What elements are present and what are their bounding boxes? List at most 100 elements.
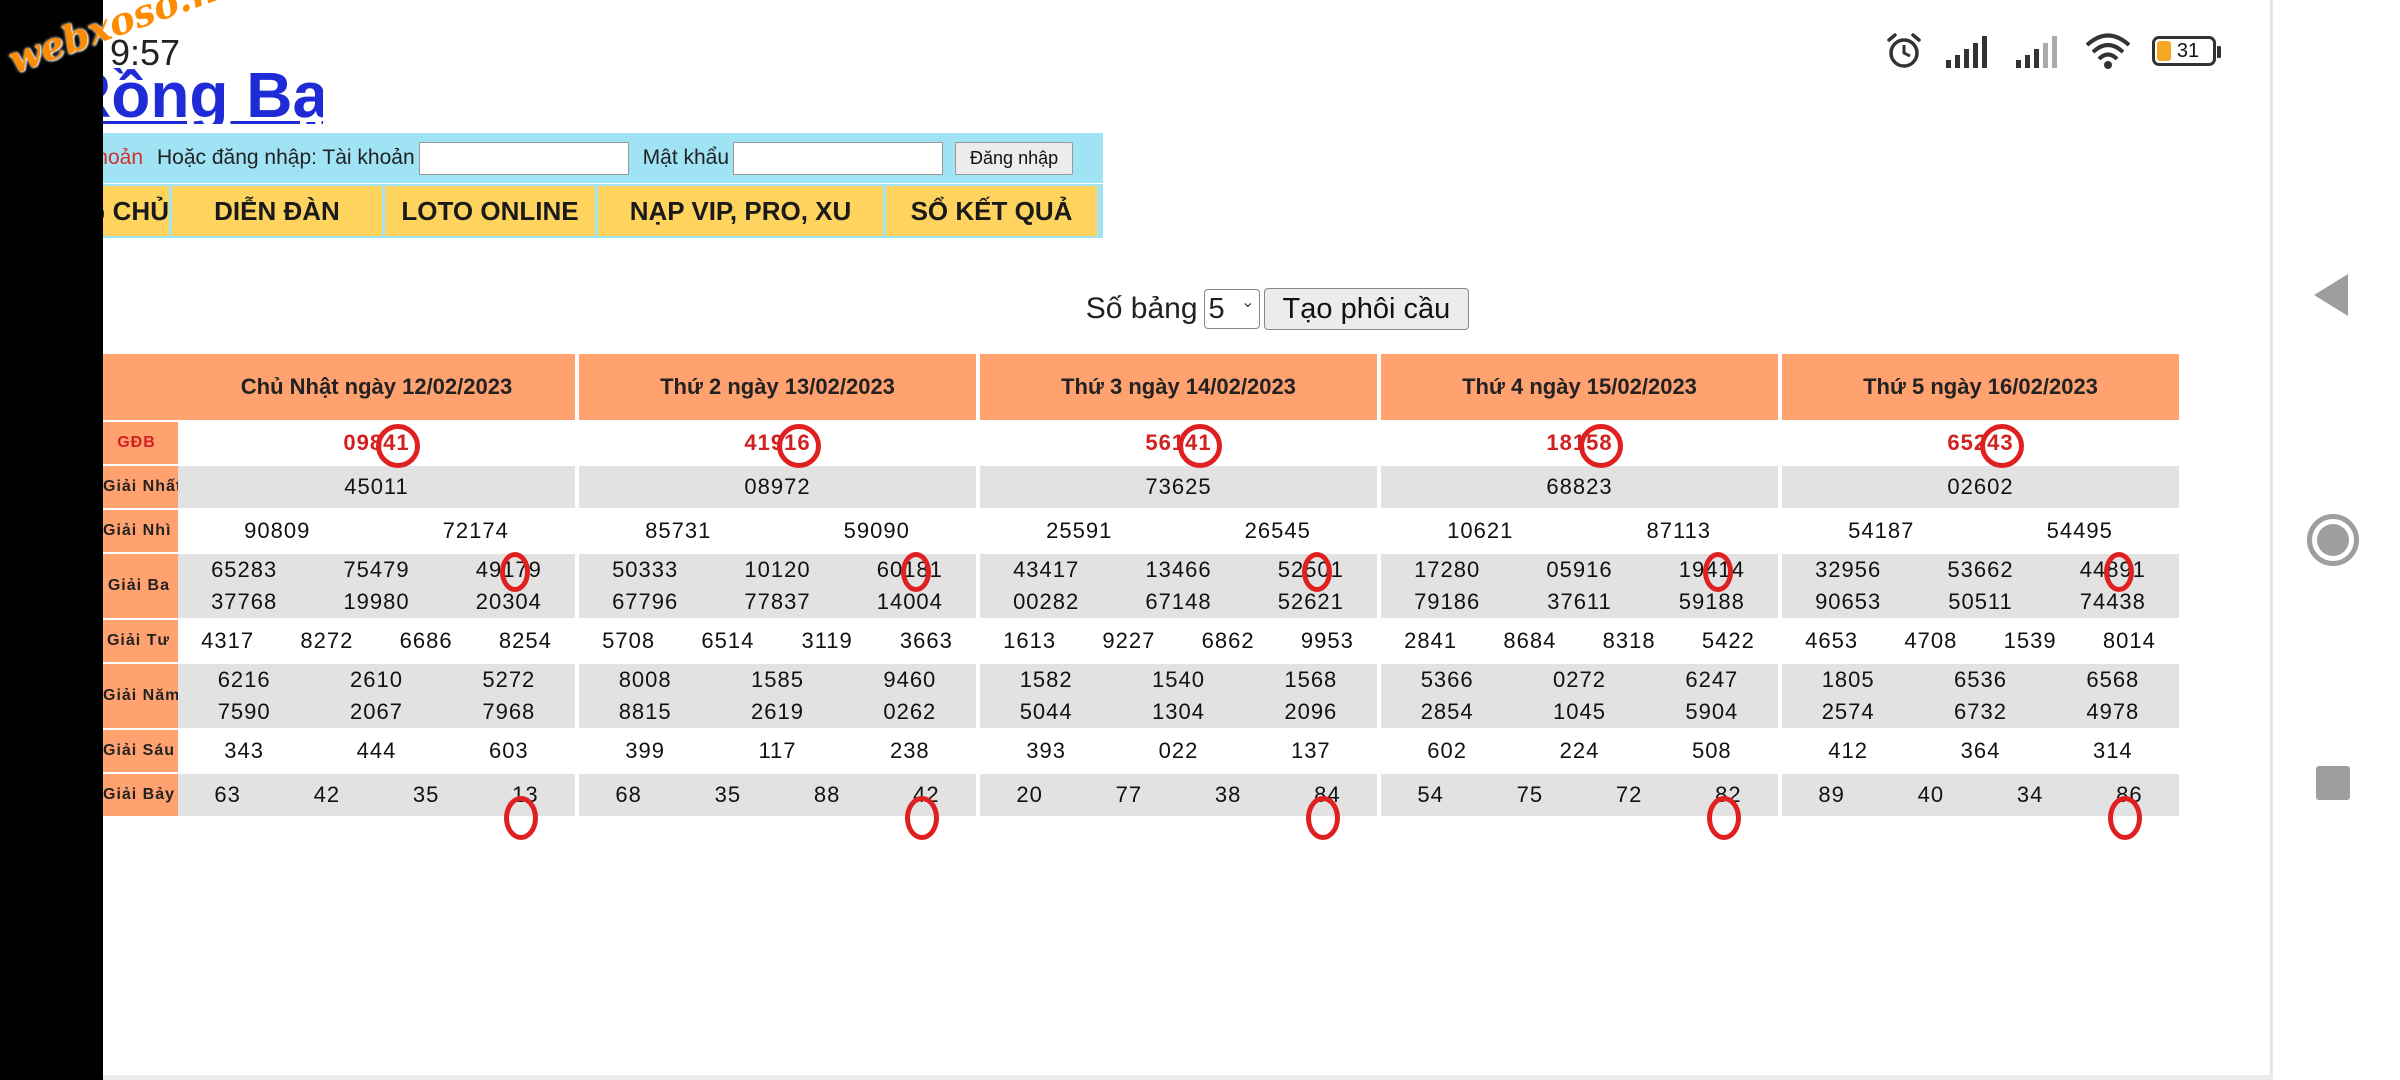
result-number: 8014 xyxy=(2102,628,2156,653)
result-number: 85731 xyxy=(645,518,712,543)
password-input[interactable] xyxy=(733,141,944,175)
menu-item-forum[interactable]: DIỄN ĐÀN xyxy=(172,186,385,236)
result-number: 75 xyxy=(1516,782,1544,807)
day-column: Chủ Nhật ngày 12/02/2023 09841 45011 90809 7… xyxy=(178,354,575,846)
result-number: 38 xyxy=(1214,782,1242,807)
generate-button[interactable]: Tạo phôi cầu xyxy=(1263,288,1470,330)
result-number: 52621 xyxy=(1277,589,1344,614)
result-number: 05916 xyxy=(1546,557,1613,582)
result-number: 3663 xyxy=(899,628,953,653)
result-number: 68 xyxy=(615,782,642,807)
result-number: 6536 xyxy=(1954,667,2007,692)
account-label: Hoặc đăng nhập: Tài khoản xyxy=(157,146,415,169)
row-g2: 10621 87113 xyxy=(1381,508,1778,552)
result-number: 343 xyxy=(224,738,265,763)
row-g6: 399 117 238 xyxy=(579,728,976,772)
result-number: 35 xyxy=(412,782,440,807)
row-label-column: GĐB Giải Nhất Giải Nhì Giải Ba Giải Tư G… xyxy=(103,354,178,846)
result-number: 26545 xyxy=(1244,518,1311,543)
menu-item-topup[interactable]: NẠP VIP, PRO, XU xyxy=(598,186,886,236)
result-number: 2067 xyxy=(350,699,403,724)
register-link[interactable]: Đăng ký tài khoản xyxy=(103,146,143,170)
back-icon[interactable] xyxy=(2314,274,2348,316)
result-number: 32956 xyxy=(1815,557,1882,582)
result-number: 90809 xyxy=(244,518,311,543)
table-count-select[interactable]: 5 xyxy=(1203,289,1260,329)
result-number: 137 xyxy=(1290,738,1331,763)
site-logo[interactable]: Rồng Bạch Kim xyxy=(103,48,323,124)
result-number: 2610 xyxy=(350,667,403,692)
result-number: 9460 xyxy=(883,667,937,692)
menu-item-results-book[interactable]: SỔ KẾT QUẢ xyxy=(886,186,1100,236)
result-number: 54495 xyxy=(2046,518,2113,543)
result-number: 74438 xyxy=(2079,589,2146,614)
login-button[interactable]: Đăng nhập xyxy=(955,141,1074,175)
result-number: 117 xyxy=(758,738,797,763)
result-number: 6862 xyxy=(1201,628,1255,653)
row-g7: 20 77 38 84 xyxy=(980,772,1377,816)
row-g3: 65283 75479 49179 37768 19980 20304 xyxy=(178,552,575,618)
label-header xyxy=(103,354,178,420)
recent-apps-icon[interactable] xyxy=(2316,766,2350,800)
row-g5: 1582 1540 1568 5044 1304 2096 xyxy=(980,662,1377,728)
result-number: 86 xyxy=(2116,782,2143,807)
result-number: 56141 xyxy=(1145,430,1212,455)
result-number: 77 xyxy=(1115,782,1143,807)
row-g6: 343 444 603 xyxy=(178,728,575,772)
table-controls: Số bảng 5 Tạo phôi cầu xyxy=(0,288,2400,330)
result-number: 13 xyxy=(512,782,539,807)
status-icons: 31 xyxy=(1884,28,2221,74)
result-number: 17280 xyxy=(1414,557,1481,582)
day-header: Chủ Nhật ngày 12/02/2023 xyxy=(178,354,575,420)
row-g1: 68823 xyxy=(1381,464,1778,508)
result-number: 18158 xyxy=(1546,430,1613,455)
result-number: 2574 xyxy=(1821,699,1875,724)
site-logo-text[interactable]: Rồng Bạch Kim xyxy=(103,58,323,124)
row-g7: 63 42 35 13 xyxy=(178,772,575,816)
main-menu: TRANG CHỦ DIỄN ĐÀN LOTO ONLINE NẠP VIP, … xyxy=(103,184,1103,238)
row-g3: 17280 05916 19414 79186 37611 59188 xyxy=(1381,552,1778,618)
result-number: 314 xyxy=(2092,738,2133,763)
result-number: 8684 xyxy=(1503,628,1557,653)
day-header: Thứ 2 ngày 13/02/2023 xyxy=(579,354,976,420)
row-label-g4: Giải Tư xyxy=(103,618,178,662)
battery-level: 31 xyxy=(2176,39,2200,62)
screen: webxoso.net 9:57 31 Rồng Bạch Kim xyxy=(0,0,2400,1080)
result-number: 412 xyxy=(1828,738,1869,763)
result-number: 8008 xyxy=(618,667,672,692)
result-number: 34 xyxy=(2016,782,2044,807)
result-number: 68823 xyxy=(1546,474,1613,499)
result-number: 59188 xyxy=(1678,589,1745,614)
result-number: 73625 xyxy=(1145,474,1212,499)
result-number: 1540 xyxy=(1152,667,1205,692)
alarm-icon xyxy=(1887,33,1921,68)
result-number: 65283 xyxy=(211,557,278,582)
row-g1: 08972 xyxy=(579,464,976,508)
row-g5: 1805 6536 6568 2574 6732 4978 xyxy=(1782,662,2179,728)
result-number: 89 xyxy=(1818,782,1845,807)
result-number: 393 xyxy=(1026,738,1067,763)
result-number: 4653 xyxy=(1805,628,1859,653)
row-g7: 54 75 72 82 xyxy=(1381,772,1778,816)
result-number: 79186 xyxy=(1414,589,1481,614)
day-header: Thứ 4 ngày 15/02/2023 xyxy=(1381,354,1778,420)
result-number: 84 xyxy=(1314,782,1341,807)
menu-item-home[interactable]: TRANG CHỦ xyxy=(103,186,172,236)
result-number: 10621 xyxy=(1447,518,1514,543)
result-number: 5272 xyxy=(482,667,536,692)
result-number: 20 xyxy=(1016,782,1043,807)
result-number: 72 xyxy=(1615,782,1643,807)
register-link-wrap[interactable]: Đăng ký tài khoản xyxy=(103,146,143,170)
table-count-value: 5 xyxy=(1208,292,1225,325)
result-number: 41916 xyxy=(744,430,811,455)
row-g2: 85731 59090 xyxy=(579,508,976,552)
account-input[interactable] xyxy=(418,141,629,175)
menu-item-loto-online[interactable]: LOTO ONLINE xyxy=(385,186,598,236)
home-icon[interactable] xyxy=(2307,514,2359,566)
result-number: 54187 xyxy=(1848,518,1915,543)
result-number: 59090 xyxy=(843,518,910,543)
result-number: 2096 xyxy=(1284,699,1338,724)
result-number: 49179 xyxy=(475,557,542,582)
result-number: 14004 xyxy=(876,589,943,614)
result-number: 9227 xyxy=(1102,628,1156,653)
